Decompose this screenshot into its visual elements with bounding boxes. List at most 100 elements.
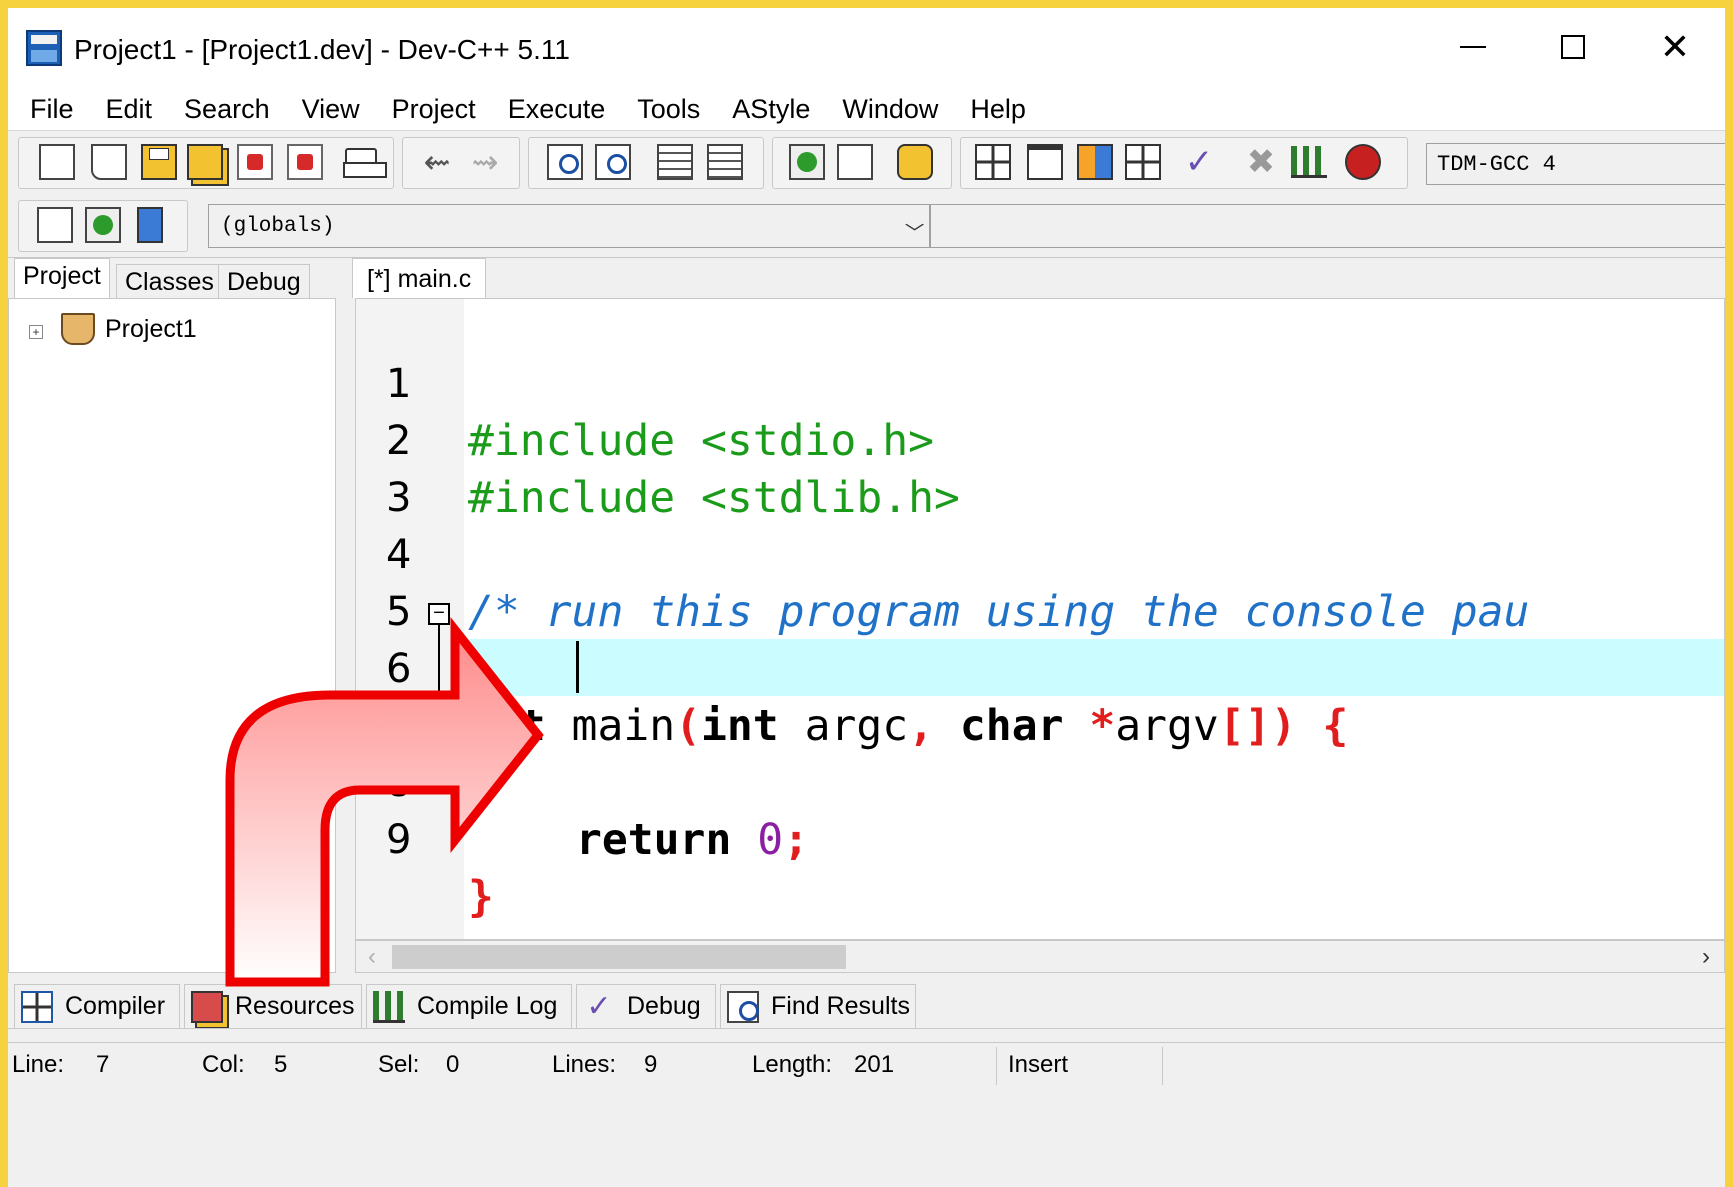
devcpp-window: Project1 - [Project1.dev] - Dev-C++ 5.11…: [8, 8, 1725, 1187]
menu-view[interactable]: View: [286, 94, 376, 125]
minimize-button[interactable]: [1423, 8, 1523, 86]
profile-icon[interactable]: [1291, 146, 1327, 178]
tab-find-results[interactable]: Find Results: [720, 984, 916, 1028]
tab-label: Compiler: [65, 992, 166, 1020]
tab-project[interactable]: Project: [14, 258, 110, 298]
add-to-project-icon[interactable]: [789, 144, 825, 180]
tab-compiler[interactable]: Compiler: [14, 984, 180, 1028]
status-col-label: Col:: [202, 1051, 245, 1078]
globals-value: (globals): [221, 215, 335, 238]
tab-classes[interactable]: Classes: [116, 264, 223, 298]
menu-tools[interactable]: Tools: [621, 94, 716, 125]
menu-search[interactable]: Search: [168, 94, 286, 125]
close-icon: ✕: [1659, 26, 1691, 67]
project-options-icon[interactable]: [897, 144, 933, 180]
save-all-icon[interactable]: [187, 144, 223, 180]
indent-icon[interactable]: [657, 144, 693, 180]
project-toolbar-group: [772, 137, 952, 189]
maximize-button[interactable]: [1523, 8, 1623, 86]
maximize-icon: [1561, 35, 1585, 59]
close-button[interactable]: ✕: [1625, 8, 1725, 86]
minimize-icon: [1460, 46, 1486, 48]
function-select[interactable]: [930, 204, 1725, 248]
find-icon[interactable]: [547, 144, 583, 180]
menu-execute[interactable]: Execute: [492, 94, 622, 125]
tab-label: Resources: [235, 992, 355, 1020]
new-file-icon[interactable]: [39, 144, 75, 180]
search-toolbar-group: [528, 137, 764, 189]
compile-log-icon: [373, 990, 405, 1023]
undo-icon[interactable]: ⇜: [419, 144, 455, 180]
syntax-check-icon[interactable]: ✓: [1181, 144, 1217, 180]
window-title: Project1 - [Project1.dev] - Dev-C++ 5.11: [74, 34, 570, 65]
horizontal-scrollbar[interactable]: ‹ ›: [355, 940, 1725, 973]
title-bar: Project1 - [Project1.dev] - Dev-C++ 5.11…: [8, 8, 1725, 86]
secondary-toolbar: (globals) ⌵: [8, 194, 1725, 258]
fold-guide: [438, 625, 440, 785]
menu-help[interactable]: Help: [954, 94, 1042, 125]
code-line: 8 return 0;: [356, 698, 1724, 865]
tab-resources[interactable]: Resources: [184, 984, 362, 1028]
print-icon[interactable]: [343, 148, 387, 178]
menu-astyle[interactable]: AStyle: [716, 94, 826, 125]
run-icon[interactable]: [1027, 144, 1063, 180]
scroll-right-icon[interactable]: ›: [1702, 943, 1710, 971]
status-line-value: 7: [96, 1051, 110, 1078]
scroll-left-icon[interactable]: ‹: [368, 943, 376, 971]
goto-icon[interactable]: [37, 207, 73, 243]
status-insert-mode: Insert: [1008, 1051, 1069, 1078]
unindent-icon[interactable]: [707, 144, 743, 180]
close-file-icon[interactable]: [237, 144, 273, 180]
delete-profile-icon[interactable]: [1345, 144, 1381, 180]
status-length-value: 201: [854, 1051, 895, 1078]
menu-project[interactable]: Project: [376, 94, 492, 125]
code-line: 1 #include <stdio.h>: [356, 299, 1724, 466]
compile-run-icon[interactable]: [1077, 144, 1113, 180]
symbol: }: [468, 872, 494, 922]
code-editor[interactable]: 1 #include <stdio.h> 2 #include <stdlib.…: [355, 298, 1725, 940]
close-all-icon[interactable]: [287, 144, 323, 180]
compiler-select[interactable]: TDM-GCC 4: [1426, 143, 1725, 185]
status-divider: [996, 1047, 997, 1085]
tab-debug-output[interactable]: ✓ Debug: [576, 984, 716, 1028]
debug-icon: ✓: [586, 989, 612, 1023]
fold-toggle-icon[interactable]: −: [428, 603, 450, 625]
clean-icon[interactable]: ✖: [1243, 144, 1279, 180]
rebuild-all-icon[interactable]: [1125, 144, 1161, 180]
tab-compile-log[interactable]: Compile Log: [366, 984, 572, 1028]
editor-tabs: [*] main.c: [348, 258, 1725, 298]
line-number: 9: [386, 817, 412, 863]
save-icon[interactable]: [141, 144, 177, 180]
compiler-icon: [21, 990, 53, 1023]
status-col-value: 5: [274, 1051, 288, 1078]
menu-window[interactable]: Window: [826, 94, 954, 125]
insert-icon[interactable]: [137, 207, 163, 243]
code-line: 9 }: [356, 755, 1724, 922]
tab-debug[interactable]: Debug: [218, 264, 310, 298]
status-sel-label: Sel:: [378, 1051, 420, 1078]
redo-icon[interactable]: ⇝: [467, 144, 503, 180]
fold-guide-end: [438, 783, 452, 785]
menu-bar: File Edit Search View Project Execute To…: [8, 86, 1725, 132]
output-tabs: Compiler Resources Compile Log ✓ Debug F…: [8, 978, 1725, 1028]
resources-icon: [191, 990, 223, 1023]
new-class-icon[interactable]: [85, 207, 121, 243]
code-line: 5: [356, 527, 1724, 635]
scrollbar-thumb[interactable]: [392, 945, 846, 969]
menu-file[interactable]: File: [14, 94, 90, 125]
tree-item-project1[interactable]: Project1: [105, 315, 197, 344]
replace-icon[interactable]: [595, 144, 631, 180]
status-length-label: Length:: [752, 1051, 833, 1078]
globals-select[interactable]: (globals) ⌵: [208, 204, 930, 248]
status-divider: [1162, 1047, 1163, 1085]
class-toolbar-group: [18, 200, 188, 252]
menu-edit[interactable]: Edit: [90, 94, 169, 125]
tab-main-c[interactable]: [*] main.c: [352, 258, 487, 298]
expand-icon[interactable]: +: [29, 325, 43, 339]
open-file-icon[interactable]: [91, 144, 127, 180]
compile-icon[interactable]: [975, 144, 1011, 180]
undo-toolbar-group: ⇜ ⇝: [402, 137, 520, 189]
remove-from-project-icon[interactable]: [837, 144, 873, 180]
devcpp-app-icon: [26, 30, 62, 66]
number: 0: [731, 815, 784, 865]
